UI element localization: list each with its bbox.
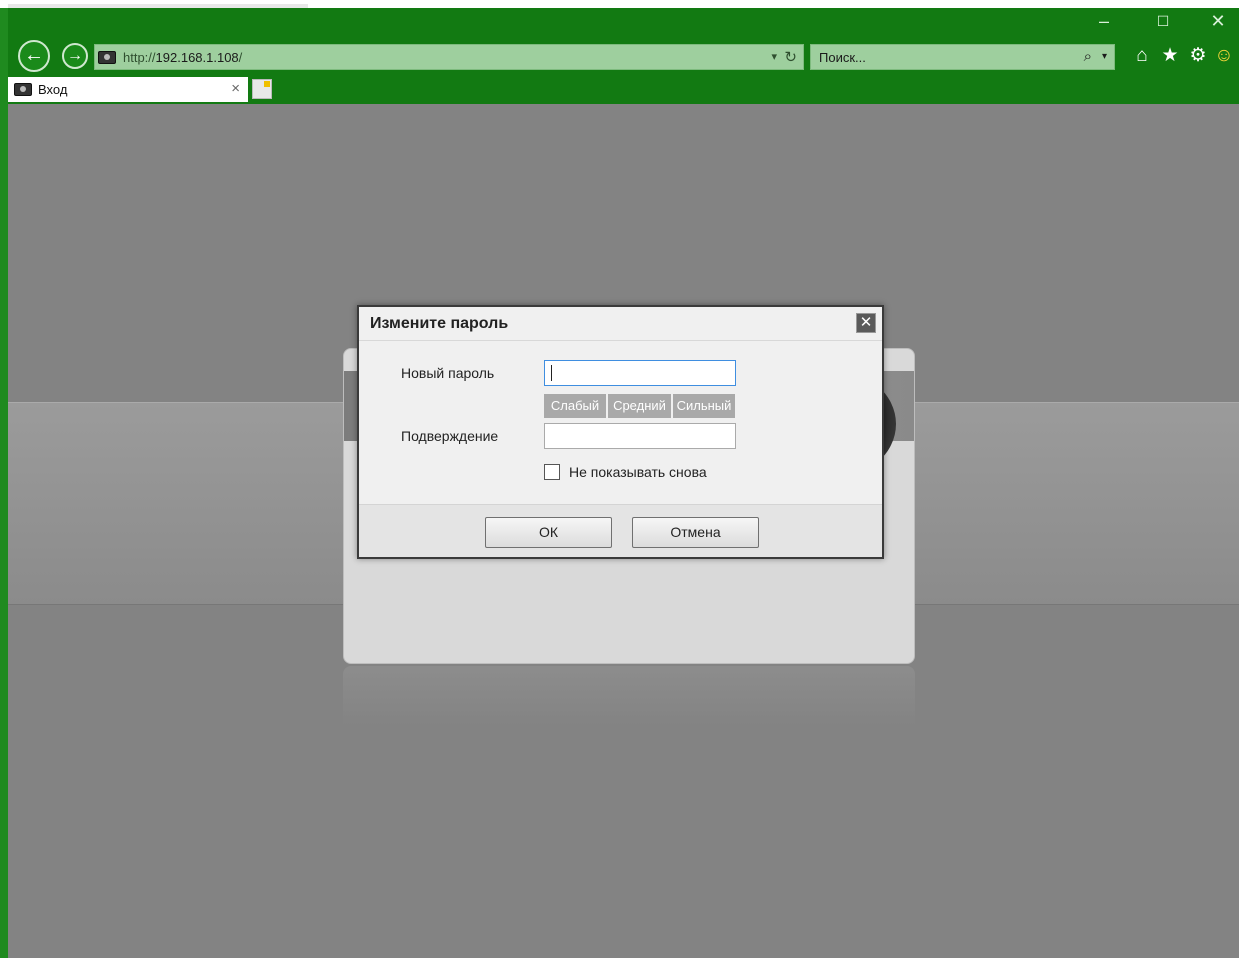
new-password-input[interactable] bbox=[544, 360, 736, 386]
home-icon[interactable]: ⌂ bbox=[1130, 44, 1154, 68]
ok-button[interactable]: ОК bbox=[485, 517, 612, 548]
confirm-password-label: Подверждение bbox=[401, 428, 499, 444]
address-bar[interactable]: http://192.168.1.108/ ▾ ↻ bbox=[94, 44, 804, 70]
minimize-button[interactable]: – bbox=[1092, 12, 1116, 30]
new-password-label: Новый пароль bbox=[401, 365, 495, 381]
strength-strong: Сильный bbox=[673, 394, 735, 418]
strength-medium: Средний bbox=[608, 394, 671, 418]
browser-tab[interactable]: Вход × bbox=[8, 77, 248, 102]
window-left-border bbox=[0, 8, 8, 958]
dont-show-again-checkbox[interactable] bbox=[544, 464, 560, 480]
url-protocol: http:// bbox=[123, 50, 156, 65]
close-window-button[interactable]: ✕ bbox=[1206, 12, 1230, 30]
text-caret bbox=[551, 365, 552, 381]
password-strength-meter: Слабый Средний Сильный bbox=[544, 394, 735, 418]
maximize-button[interactable]: ☐ bbox=[1151, 12, 1175, 30]
cancel-button[interactable]: Отмена bbox=[632, 517, 759, 548]
confirm-password-input[interactable] bbox=[544, 423, 736, 449]
forward-button[interactable]: → bbox=[62, 43, 88, 69]
tab-title: Вход bbox=[38, 82, 68, 97]
dialog-title: Измените пароль bbox=[370, 315, 509, 332]
dont-show-again-label[interactable]: Не показывать снова bbox=[569, 464, 707, 480]
forward-arrow-icon: → bbox=[67, 47, 83, 64]
site-favicon-icon bbox=[98, 51, 116, 64]
search-icon[interactable]: ⌕ bbox=[1084, 48, 1092, 65]
search-dropdown-icon[interactable]: ▾ bbox=[1102, 51, 1107, 62]
new-tab-button[interactable] bbox=[252, 79, 272, 99]
tab-favicon-icon bbox=[14, 83, 32, 96]
search-box[interactable]: Поиск... ⌕ ▾ bbox=[810, 44, 1115, 70]
favorites-star-icon[interactable]: ★ bbox=[1158, 44, 1182, 68]
search-placeholder: Поиск... bbox=[819, 50, 866, 65]
refresh-icon[interactable]: ↻ bbox=[784, 48, 797, 66]
url-host: 192.168.1.108 bbox=[155, 50, 239, 65]
url-path: / bbox=[238, 50, 243, 65]
back-button[interactable]: ← bbox=[18, 40, 50, 72]
address-dropdown-icon[interactable]: ▾ bbox=[771, 50, 777, 63]
address-url[interactable]: http://192.168.1.108/ bbox=[123, 50, 242, 65]
back-arrow-icon: ← bbox=[24, 44, 44, 66]
panel-reflection bbox=[343, 666, 915, 726]
strength-weak: Слабый bbox=[544, 394, 606, 418]
settings-gear-icon[interactable]: ⚙ bbox=[1186, 44, 1210, 68]
dialog-close-button[interactable]: ✕ bbox=[856, 313, 876, 333]
feedback-smiley-icon[interactable]: ☺ bbox=[1212, 44, 1236, 68]
tab-close-icon[interactable]: × bbox=[231, 80, 240, 97]
dialog-footer bbox=[359, 504, 882, 557]
dialog-divider bbox=[359, 340, 882, 341]
window-top-strip bbox=[0, 0, 1239, 8]
change-password-dialog: Измените пароль ✕ Новый пароль Слабый Ср… bbox=[357, 305, 884, 559]
